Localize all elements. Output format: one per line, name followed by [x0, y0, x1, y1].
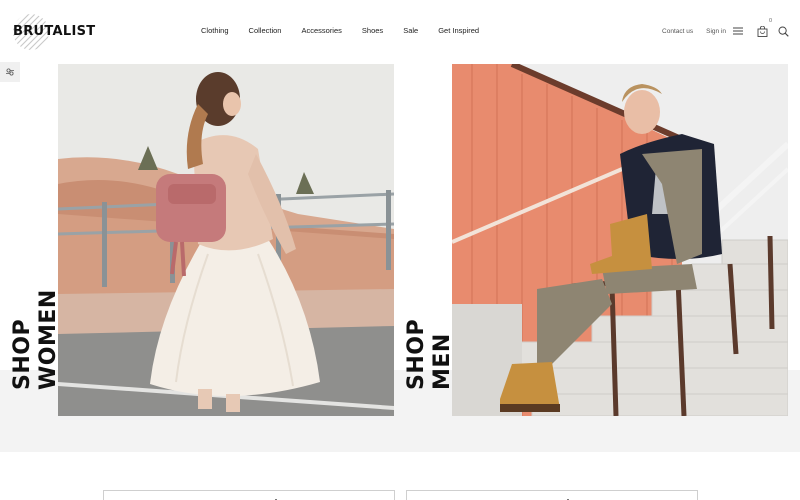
- brand-logo[interactable]: BRUTALIST: [12, 13, 96, 51]
- shop-men-banner[interactable]: [452, 64, 788, 416]
- menu-icon[interactable]: [731, 24, 745, 38]
- nav-item-clothing[interactable]: Clothing: [201, 26, 229, 38]
- nav-item-accessories[interactable]: Accessories: [301, 26, 341, 38]
- shop-women-line2: WOMEN: [36, 289, 61, 390]
- main-nav: Clothing Collection Accessories Shoes Sa…: [201, 26, 479, 38]
- cart-count-badge: 0: [768, 18, 772, 24]
- site-header: BRUTALIST Clothing Collection Accessorie…: [0, 0, 800, 62]
- shop-women-label[interactable]: SHOP WOMEN: [4, 250, 64, 390]
- nav-item-sale[interactable]: Sale: [403, 26, 418, 38]
- cart-icon[interactable]: 0: [755, 18, 772, 38]
- shop-women-banner[interactable]: [58, 64, 394, 416]
- header-actions: Contact us Sign in 0: [662, 18, 790, 42]
- nav-item-collection[interactable]: Collection: [249, 26, 282, 38]
- men-photo: [452, 64, 788, 416]
- sliders-icon: [6, 68, 14, 76]
- page: BRUTALIST Clothing Collection Accessorie…: [0, 0, 800, 500]
- category-card-right[interactable]: [406, 490, 698, 500]
- brand-name: BRUTALIST: [13, 24, 96, 39]
- nav-item-shoes[interactable]: Shoes: [362, 26, 383, 38]
- signin-link[interactable]: Sign in: [706, 28, 726, 35]
- shop-women-line1: SHOP: [10, 318, 35, 390]
- settings-toggle-button[interactable]: [0, 62, 20, 82]
- shop-men-line1: SHOP: [404, 318, 429, 390]
- shop-men-label[interactable]: SHOP MEN: [398, 250, 458, 390]
- shop-men-line2: MEN: [430, 333, 455, 390]
- search-icon[interactable]: [776, 24, 790, 38]
- contact-link[interactable]: Contact us: [662, 28, 693, 35]
- nav-item-get-inspired[interactable]: Get Inspired: [438, 26, 479, 38]
- category-card-left[interactable]: [103, 490, 395, 500]
- women-photo: [58, 64, 394, 416]
